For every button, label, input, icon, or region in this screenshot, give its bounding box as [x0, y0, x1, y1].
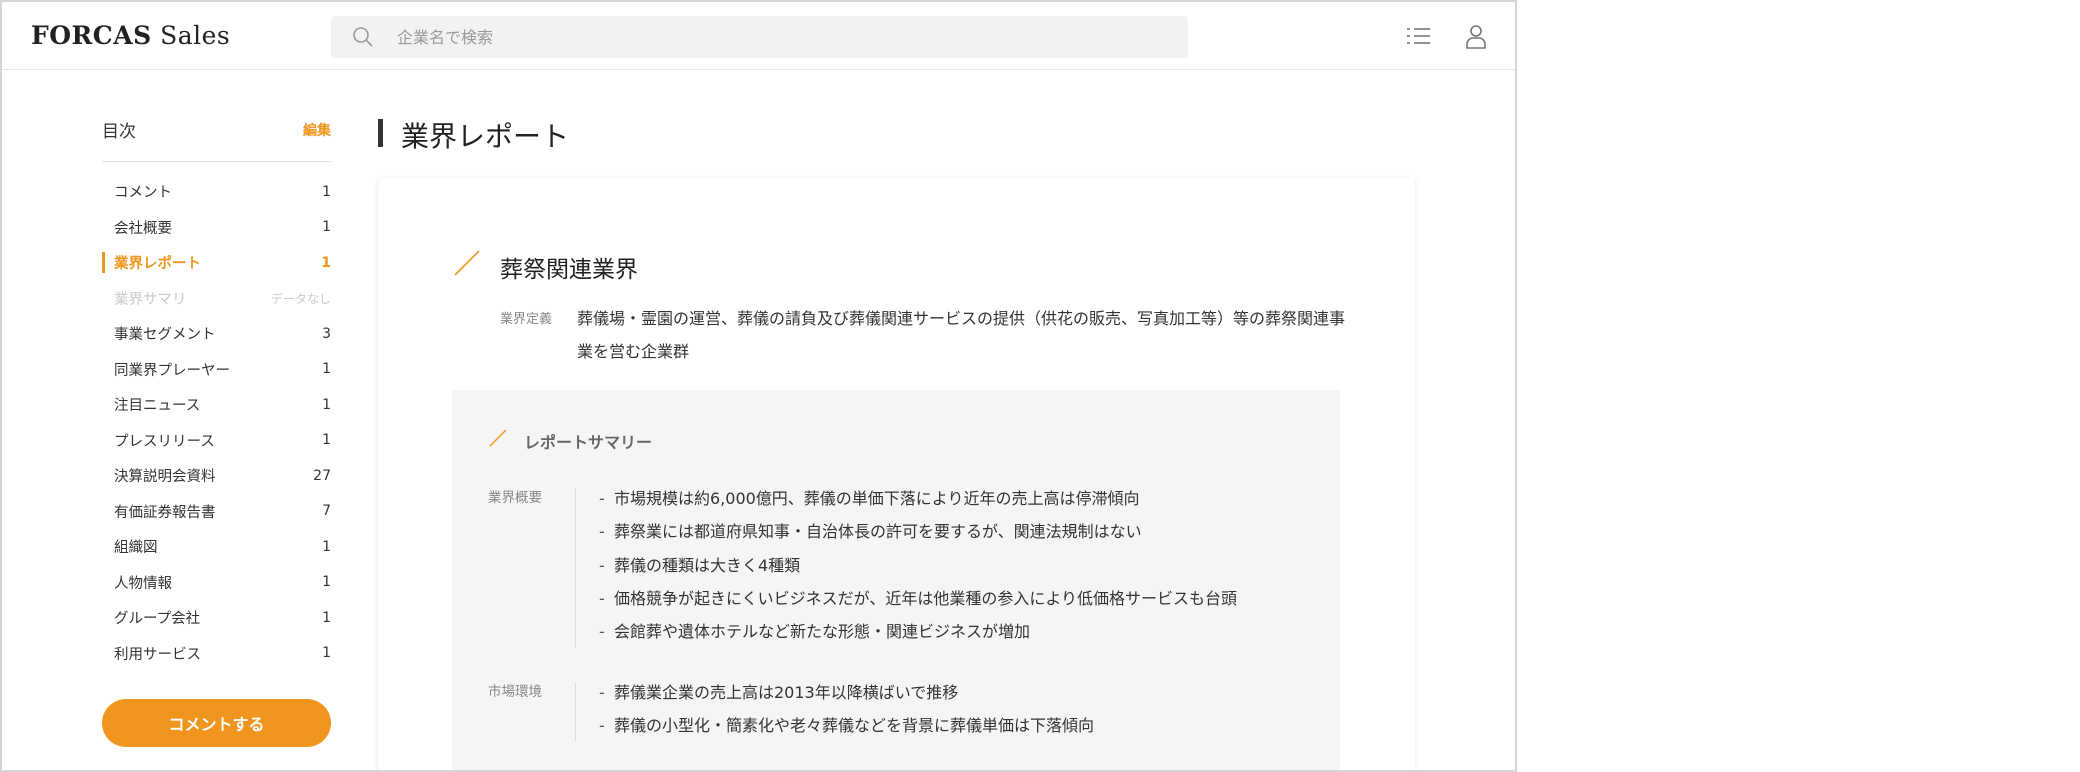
- toc-item-label: コメント: [114, 185, 172, 202]
- definition-label: 業界定義: [500, 312, 553, 327]
- bullet-dash: -: [599, 683, 605, 702]
- toc-item-label: プレスリリース: [114, 433, 215, 450]
- toc-item-services-used[interactable]: 利用サービス 1: [102, 636, 331, 672]
- logo-sub: Sales: [160, 21, 231, 50]
- toc-item-count: 1: [322, 609, 331, 626]
- toc-item-count: 1: [322, 574, 331, 591]
- toc-list: コメント 1 会社概要 1 業界レポート 1 業界サマリ データなし 事業セグメ…: [102, 174, 331, 671]
- user-icon[interactable]: [1462, 22, 1490, 50]
- bullet-text: 葬儀の小型化・簡素化や老々葬儀などを背景に葬儀単価は下落傾向: [614, 716, 1095, 736]
- industry-title: 葬祭関連業界: [500, 257, 638, 283]
- summary-bullet: - 葬儀の小型化・簡素化や老々葬儀などを背景に葬儀単価は下落傾向: [599, 709, 1094, 742]
- list-icon[interactable]: [1404, 22, 1432, 50]
- toc-item-count: 1: [322, 432, 331, 449]
- definition-text: 葬儀場・霊園の運営、葬儀の請負及び葬儀関連サービスの提供（供花の販売、写真加工等…: [577, 309, 1346, 361]
- toc-item-comment[interactable]: コメント 1: [102, 174, 331, 210]
- toc-item-label: 組織図: [114, 540, 158, 557]
- toc-item-label: 事業セグメント: [114, 327, 216, 344]
- bullet-text: 葬儀の種類は大きく4種類: [614, 555, 801, 575]
- toc-item-earnings-materials[interactable]: 決算説明会資料 27: [102, 458, 331, 494]
- bullet-dash: -: [599, 522, 605, 542]
- summary-bullets: - 葬儀業企業の売上高は2013年以降横ばいで推移 - 葬儀の小型化・簡素化や老々葬…: [599, 676, 1094, 743]
- toc-item-count: 27: [313, 467, 331, 484]
- industry-report-card: 葬祭関連業界 業界定義 葬儀場・霊園の運営、葬儀の請負及び葬儀関連サービスの提供…: [378, 178, 1415, 770]
- summary-group-label: 市場環境: [488, 684, 542, 700]
- toc-item-label: グループ会社: [114, 611, 201, 628]
- toc-item-label: 決算説明会資料: [114, 469, 216, 486]
- toc-item-count: 1: [321, 254, 331, 271]
- toc-title: 目次: [102, 122, 136, 142]
- toc-item-count: 1: [322, 538, 331, 555]
- toc-item-people[interactable]: 人物情報 1: [102, 565, 331, 601]
- toc-item-label: 注目ニュース: [114, 398, 201, 415]
- toc-item-press-release[interactable]: プレスリリース 1: [102, 423, 331, 459]
- toc-item-count: 1: [322, 219, 331, 236]
- toc-item-industry-players[interactable]: 同業界プレーヤー 1: [102, 352, 331, 388]
- bullet-text: 葬儀業企業の売上高は2013年以降横ばいで推移: [614, 683, 959, 702]
- page-title: 業界レポート: [401, 120, 570, 153]
- summary-bullet: - 葬祭業には都道府県知事・自治体長の許可を要するが、関連法規制はない: [599, 515, 1237, 548]
- toc-item-industry-summary: 業界サマリ データなし: [102, 281, 331, 317]
- bullet-dash: -: [599, 555, 605, 575]
- summary-bullets: - 市場規模は約6,000億円、葬儀の単価下落により近年の売上高は停滞傾向 - 葬祭…: [599, 482, 1237, 648]
- toc-item-company-overview[interactable]: 会社概要 1: [102, 210, 331, 246]
- bullet-dash: -: [599, 622, 605, 642]
- toc-header: 目次 編集: [102, 112, 331, 162]
- toc-item-label: 同業界プレーヤー: [114, 362, 230, 379]
- summary-group-label: 業界概要: [488, 490, 542, 506]
- app-window: FORCAS Sales 企業名で検索 目次 編集 コメント 1 会社概要 1 …: [0, 0, 1517, 772]
- bullet-dash: -: [599, 716, 605, 736]
- summary-bullet: - 葬儀の種類は大きく4種類: [599, 549, 1237, 582]
- toc-item-count: 1: [322, 645, 331, 662]
- toc-item-count: 3: [322, 325, 331, 342]
- toc-item-label: 有価証券報告書: [114, 504, 216, 521]
- bullet-text: 会館葬や遺体ホテルなど新たな形態・関連ビジネスが増加: [614, 622, 1031, 642]
- summary-title: レポートサマリー: [524, 433, 653, 452]
- summary-bullet: - 会館葬や遺体ホテルなど新たな形態・関連ビジネスが増加: [599, 615, 1237, 648]
- toc-item-count: 7: [322, 503, 331, 520]
- toc-item-count: データなし: [270, 291, 331, 306]
- bullet-text: 価格競争が起きにくいビジネスだが、近年は他業種の参入により低価格サービスも台頭: [614, 588, 1238, 608]
- toc-item-label: 利用サービス: [114, 646, 201, 663]
- search-bar: [331, 16, 1188, 58]
- toc-item-industry-report[interactable]: 業界レポート 1: [102, 245, 331, 281]
- comment-button[interactable]: コメントする: [102, 699, 331, 747]
- title-accent-bar: [378, 119, 383, 147]
- table-of-contents: 目次 編集 コメント 1 会社概要 1 業界レポート 1 業界サマリ データなし…: [102, 112, 331, 671]
- toc-item-count: 1: [322, 396, 331, 413]
- toc-item-group-companies[interactable]: グループ会社 1: [102, 600, 331, 636]
- report-summary-panel: レポートサマリー 業界概要 - 市場規模は約6,000億円、葬儀の単価下落により近…: [452, 390, 1340, 770]
- toc-item-featured-news[interactable]: 注目ニュース 1: [102, 387, 331, 423]
- summary-bullet: - 葬儀業企業の売上高は2013年以降横ばいで推移: [599, 676, 1094, 709]
- toc-edit-button[interactable]: 編集: [303, 120, 331, 140]
- top-header: FORCAS Sales: [2, 2, 1515, 70]
- summary-divider: [575, 488, 576, 648]
- bullet-text: 葬祭業には都道府県知事・自治体長の許可を要するが、関連法規制はない: [614, 522, 1142, 542]
- summary-divider: [575, 682, 576, 742]
- slash-icon: [452, 248, 482, 278]
- toc-item-securities-report[interactable]: 有価証券報告書 7: [102, 494, 331, 530]
- slash-icon: [488, 428, 508, 448]
- toc-item-label: 業界サマリ: [114, 291, 187, 308]
- toc-item-count: 1: [322, 183, 331, 200]
- bullet-dash: -: [599, 489, 605, 508]
- search-icon: [351, 25, 375, 49]
- app-logo[interactable]: FORCAS Sales: [31, 21, 230, 50]
- toc-item-label: 会社概要: [114, 220, 172, 237]
- toc-item-org-chart[interactable]: 組織図 1: [102, 529, 331, 565]
- logo-brand: FORCAS: [31, 21, 152, 50]
- search-input[interactable]: [397, 16, 1157, 58]
- toc-item-label: 業界レポート: [114, 256, 201, 273]
- summary-bullet: - 市場規模は約6,000億円、葬儀の単価下落により近年の売上高は停滞傾向: [599, 482, 1237, 515]
- summary-bullet: - 価格競争が起きにくいビジネスだが、近年は他業種の参入により低価格サービスも台頭: [599, 582, 1237, 615]
- bullet-dash: -: [599, 588, 605, 608]
- toc-item-count: 1: [322, 361, 331, 378]
- bullet-text: 市場規模は約6,000億円、葬儀の単価下落により近年の売上高は停滞傾向: [614, 489, 1140, 508]
- toc-item-business-segment[interactable]: 事業セグメント 3: [102, 316, 331, 352]
- toc-item-label: 人物情報: [114, 575, 172, 592]
